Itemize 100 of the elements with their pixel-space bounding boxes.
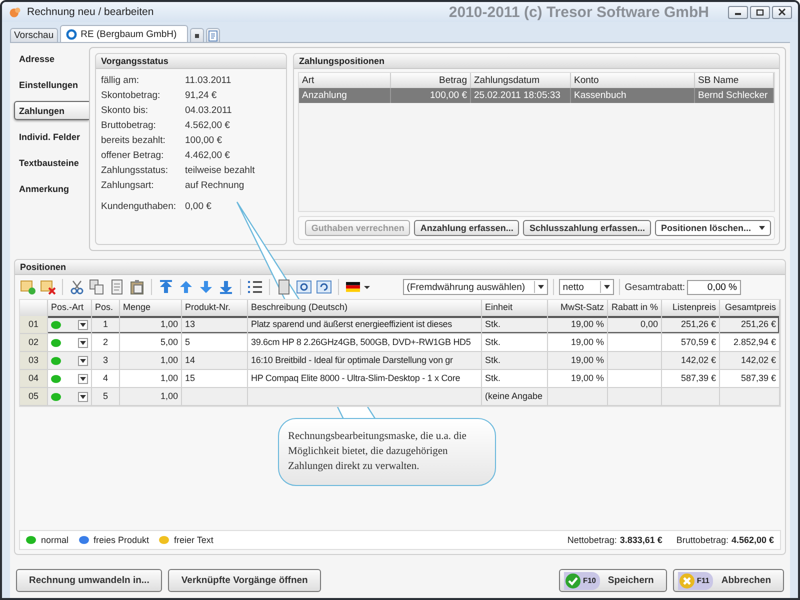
price-mode-select[interactable]: netto bbox=[558, 279, 614, 295]
move-top-icon[interactable] bbox=[157, 278, 175, 296]
table-row[interactable]: 02 2 5,00 5 39.6cm HP 8 2.26GHz4GB, 500GB, DVD+-RW1GB HD5 Stk. 19,00 % 570,59 € 2.852,94 € bbox=[20, 334, 780, 352]
caret-icon bbox=[604, 285, 610, 289]
table-row[interactable]: 05 5 1,00 (keine Angabe bbox=[20, 388, 780, 406]
table-cell: Stk. bbox=[482, 370, 548, 388]
table-cell: 587,39 € bbox=[720, 370, 780, 388]
table-cell: Stk. bbox=[482, 334, 548, 352]
preview-icon[interactable] bbox=[295, 278, 313, 296]
dropdown-button[interactable] bbox=[78, 338, 88, 348]
cross-icon bbox=[678, 572, 695, 588]
table-cell: 1,00 bbox=[120, 388, 182, 406]
column-header: Listenpreis bbox=[662, 300, 720, 316]
refresh-icon[interactable] bbox=[315, 278, 333, 296]
table-cell: Stk. bbox=[482, 352, 548, 370]
window-title: Rechnung neu / bearbeiten bbox=[27, 6, 154, 18]
square-icon bbox=[194, 32, 200, 38]
nav-item[interactable]: Textbausteine bbox=[14, 153, 89, 172]
field-value: 4.562,00 € bbox=[185, 120, 231, 131]
close-button[interactable] bbox=[772, 6, 792, 18]
action-button[interactable]: Schlusszahlung erfassen... bbox=[523, 220, 651, 236]
close-tab-button[interactable] bbox=[190, 28, 204, 42]
caret-icon bbox=[538, 285, 544, 289]
row-number: 02 bbox=[20, 334, 48, 352]
total-label: Bruttobetrag: bbox=[676, 535, 728, 545]
table-cell bbox=[608, 334, 662, 352]
footer-button[interactable]: Verknüpfte Vorgänge öffnen bbox=[168, 569, 321, 592]
numbered-list-icon[interactable] bbox=[246, 278, 264, 296]
table-cell bbox=[548, 388, 608, 406]
table-cell: 19,00 % bbox=[548, 334, 608, 352]
table-cell: 142,02 € bbox=[662, 352, 720, 370]
column-header: Pos.-Art bbox=[48, 300, 92, 316]
total-value: 4.562,00 € bbox=[731, 535, 774, 545]
nav-item[interactable]: Zahlungen bbox=[14, 101, 89, 120]
field-value: 0,00 € bbox=[185, 201, 212, 212]
panel-title: Positionen bbox=[15, 260, 785, 275]
column-header: Menge bbox=[120, 300, 182, 316]
move-bottom-icon[interactable] bbox=[217, 278, 235, 296]
field-label: bereits bezahlt: bbox=[101, 135, 166, 146]
caret-icon bbox=[80, 394, 86, 398]
dropdown-button[interactable] bbox=[78, 356, 88, 366]
nav-item[interactable]: Anmerkung bbox=[14, 179, 89, 198]
field-label: Zahlungsstatus: bbox=[101, 165, 170, 176]
column-header: Beschreibung (Deutsch) bbox=[248, 300, 482, 316]
field-value: auf Rechnung bbox=[185, 180, 246, 191]
table-cell bbox=[182, 388, 248, 406]
table-row[interactable]: 01 1 1,00 13 Platz sparend und äußerst energieeffizient ist dieses Stk. 19,00 % 0,00 251,26 € 251,26 € bbox=[20, 316, 780, 334]
header-cell bbox=[20, 300, 48, 316]
action-button[interactable]: Anzahlung erfassen... bbox=[414, 220, 520, 236]
column-header: SB Name bbox=[695, 73, 774, 88]
dropdown-button[interactable] bbox=[78, 374, 88, 384]
field-label: Zahlungsart: bbox=[101, 180, 155, 191]
copy-icon[interactable] bbox=[88, 278, 106, 296]
total-value: 3.833,61 € bbox=[620, 535, 662, 545]
dropdown-button[interactable] bbox=[78, 320, 88, 330]
table-cell: 15 bbox=[182, 370, 248, 388]
field-value: 91,24 € bbox=[185, 90, 218, 101]
nav-item[interactable]: Individ. Felder bbox=[14, 127, 89, 146]
dropdown-button[interactable]: Positionen löschen... bbox=[654, 220, 771, 236]
add-row-icon[interactable] bbox=[19, 278, 37, 296]
field-label: Kundenguthaben: bbox=[101, 201, 178, 212]
field-label: Skontobetrag: bbox=[101, 90, 162, 101]
delete-row-icon[interactable] bbox=[39, 278, 57, 296]
footer-button[interactable]: Rechnung umwandeln in... bbox=[16, 569, 162, 592]
table-cell: HP Compaq Elite 8000 - Ultra-Slim-Desktop - 1 x Core bbox=[248, 370, 482, 388]
panel-title: Vorgangsstatus bbox=[96, 54, 286, 69]
nav-item[interactable]: Adresse bbox=[14, 49, 89, 68]
column-header: Konto bbox=[571, 73, 695, 88]
table-cell: 570,59 € bbox=[662, 334, 720, 352]
table-cell bbox=[608, 370, 662, 388]
field-value: teilweise bezahlt bbox=[185, 165, 256, 176]
clipboard-icon[interactable] bbox=[128, 278, 146, 296]
table-cell: 2.852,94 € bbox=[720, 334, 780, 352]
field-value: 11.03.2011 bbox=[185, 75, 232, 86]
tab[interactable]: Vorschau bbox=[10, 28, 58, 42]
tab[interactable]: RE (Bergbaum GmbH) bbox=[60, 25, 188, 42]
table-cell: 5,00 bbox=[120, 334, 182, 352]
nav-item[interactable]: Einstellungen bbox=[14, 75, 89, 94]
field-label: fällig am: bbox=[101, 75, 140, 86]
minimize-button[interactable] bbox=[728, 6, 748, 18]
table-cell bbox=[608, 388, 662, 406]
dropdown-button[interactable] bbox=[78, 392, 88, 402]
table-row[interactable]: 04 4 1,00 15 HP Compaq Elite 8000 - Ultra-Slim-Desktop - 1 x Core Stk. 19,00 % 587,39 € 587,39 € bbox=[20, 370, 780, 388]
field-value: 4.462,00 € bbox=[185, 150, 231, 161]
scissors-icon[interactable] bbox=[68, 278, 86, 296]
table-row[interactable]: Anzahlung 100,00 € 25.02.2011 18:05:33 Kassenbuch Bernd Schlecker bbox=[299, 88, 774, 103]
brand-text: 2010-2011 (c) Tresor Software GmbH bbox=[448, 4, 709, 20]
column-header: Einheit bbox=[482, 300, 548, 316]
field-label: Bruttobetrag: bbox=[101, 120, 157, 131]
caret-icon bbox=[759, 226, 765, 230]
table-row[interactable]: 03 3 1,00 14 16:10 Breitbild - Ideal für optimale Darstellung von gr Stk. 19,00 % 142,02 € 142,02 € bbox=[20, 352, 780, 370]
callout-text: Rechnungsbearbeitungsmaske, die u.a. die Möglichkeit bietet, die dazugehörigen Zahlungen direkt zu verwalten. bbox=[288, 430, 468, 474]
column-header: MwSt-Satz bbox=[548, 300, 608, 316]
currency-select[interactable]: (Fremdwährung auswählen) bbox=[402, 279, 548, 295]
ring-icon bbox=[66, 28, 77, 40]
field-label: Skonto bis: bbox=[101, 105, 149, 116]
discount-field[interactable]: 0,00 % bbox=[687, 280, 741, 294]
field-value: 04.03.2011 bbox=[185, 105, 233, 116]
maximize-button[interactable] bbox=[750, 6, 770, 18]
column-header: Art bbox=[299, 73, 391, 88]
